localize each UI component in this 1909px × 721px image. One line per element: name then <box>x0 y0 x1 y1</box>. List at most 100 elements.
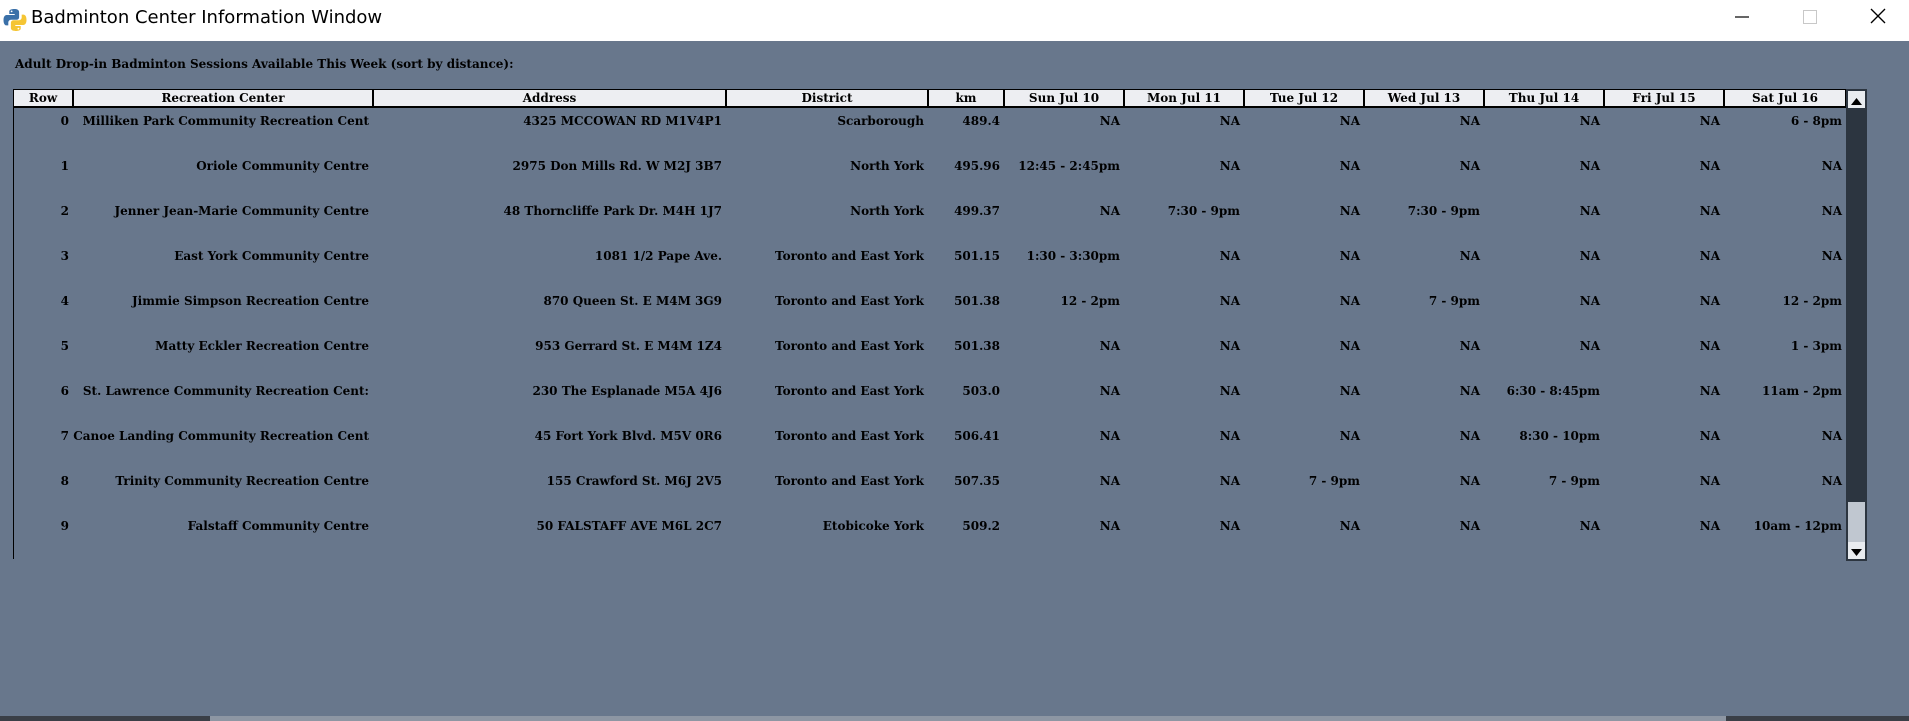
cell-thu-jul-14: NA <box>1579 294 1600 308</box>
scroll-down-button[interactable] <box>1848 542 1865 559</box>
cell-thu-jul-14: NA <box>1579 159 1600 173</box>
table-row[interactable]: 5 Matty Eckler Recreation Centre 953 Gerra… <box>13 324 1846 369</box>
cell-tue-jul-12: 7 - 9pm <box>1308 474 1360 488</box>
cell-district: Toronto and East York <box>775 474 924 488</box>
scroll-up-button[interactable] <box>1848 91 1865 108</box>
cell-wed-jul-13: 7 - 9pm <box>1428 294 1480 308</box>
sessions-heading: Adult Drop-in Badminton Sessions Availab… <box>15 57 514 71</box>
cell-sat-jul-16: 10am - 12pm <box>1753 519 1842 533</box>
cell-district: Toronto and East York <box>775 429 924 443</box>
cell-sat-jul-16: NA <box>1821 474 1842 488</box>
cell-district: Toronto and East York <box>775 384 924 398</box>
table-row[interactable]: 3 East York Community Centre 1081 1/2 Pape… <box>13 234 1846 279</box>
cell-thu-jul-14: 7 - 9pm <box>1548 474 1600 488</box>
cell-tue-jul-12: NA <box>1339 339 1360 353</box>
cell-district: North York <box>850 159 924 173</box>
cell-km: 507.35 <box>954 474 1000 488</box>
cell-mon-jul-11: NA <box>1219 114 1240 128</box>
table-row[interactable]: 1 Oriole Community Centre 2975 Don Mills R… <box>13 144 1846 189</box>
cell-mon-jul-11: NA <box>1219 159 1240 173</box>
cell-recreation-center: Matty Eckler Recreation Centre <box>155 339 369 353</box>
cell-fri-jul-15: NA <box>1699 429 1720 443</box>
cell-sun-jul-10: NA <box>1099 429 1120 443</box>
cell-sat-jul-16: 1 - 3pm <box>1790 339 1842 353</box>
cell-district: North York <box>850 204 924 218</box>
cell-wed-jul-13: NA <box>1459 249 1480 263</box>
cell-sat-jul-16: 6 - 8pm <box>1790 114 1842 128</box>
minimize-icon <box>1735 9 1749 28</box>
cell-sun-jul-10: NA <box>1099 339 1120 353</box>
cell-mon-jul-11: NA <box>1219 519 1240 533</box>
cell-mon-jul-11: 7:30 - 9pm <box>1167 204 1240 218</box>
cell-recreation-center: Jimmie Simpson Recreation Centre <box>131 294 369 308</box>
cell-recreation-center: St. Lawrence Community Recreation Cent: <box>82 384 369 398</box>
scroll-thumb[interactable] <box>1848 109 1865 502</box>
cell-sat-jul-16: 11am - 2pm <box>1762 384 1842 398</box>
cell-fri-jul-15: NA <box>1699 519 1720 533</box>
cell-row-number: 1 <box>60 159 69 173</box>
vertical-scrollbar[interactable] <box>1846 89 1867 561</box>
bottom-edge-highlight <box>210 716 1726 721</box>
cell-thu-jul-14: NA <box>1579 114 1600 128</box>
cell-km: 503.0 <box>962 384 1000 398</box>
cell-recreation-center: Falstaff Community Centre <box>187 519 369 533</box>
cell-recreation-center: Jenner Jean-Marie Community Centre <box>114 204 369 218</box>
cell-row-number: 6 <box>60 384 69 398</box>
table-row[interactable]: 8 Trinity Community Recreation Centre 155 … <box>13 459 1846 504</box>
cell-row-number: 4 <box>60 294 69 308</box>
cell-fri-jul-15: NA <box>1699 294 1720 308</box>
cell-km: 501.38 <box>954 339 1000 353</box>
table-row[interactable]: 4 Jimmie Simpson Recreation Centre 870 Que… <box>13 279 1846 324</box>
cell-recreation-center: Trinity Community Recreation Centre <box>115 474 369 488</box>
cell-recreation-center: Milliken Park Community Recreation Cent <box>82 114 369 128</box>
maximize-button[interactable] <box>1776 0 1844 36</box>
cell-tue-jul-12: NA <box>1339 519 1360 533</box>
cell-thu-jul-14: NA <box>1579 339 1600 353</box>
close-button[interactable] <box>1844 0 1909 36</box>
table-row[interactable]: 0 Milliken Park Community Recreation Cent… <box>13 99 1846 144</box>
cell-wed-jul-13: 7:30 - 9pm <box>1407 204 1480 218</box>
sessions-table: Row Recreation Center Address District km Sun… <box>13 89 1846 559</box>
cell-sun-jul-10: 1:30 - 3:30pm <box>1026 249 1120 263</box>
cell-sun-jul-10: NA <box>1099 474 1120 488</box>
minimize-button[interactable] <box>1708 0 1776 36</box>
cell-fri-jul-15: NA <box>1699 249 1720 263</box>
scroll-trough[interactable] <box>1848 502 1865 542</box>
cell-wed-jul-13: NA <box>1459 519 1480 533</box>
cell-address: 4325 MCCOWAN RD M1V4P1 <box>523 114 722 128</box>
table-row[interactable]: 9 Falstaff Community Centre 50 FALSTAFF AV… <box>13 504 1846 549</box>
window-title: Badminton Center Information Window <box>31 7 383 28</box>
cell-address: 230 The Esplanade M5A 4J6 <box>532 384 722 398</box>
table-row[interactable]: 6 St. Lawrence Community Recreation Cent:… <box>13 369 1846 414</box>
cell-recreation-center: Oriole Community Centre <box>196 159 369 173</box>
cell-recreation-center: Canoe Landing Community Recreation Cent <box>73 429 369 443</box>
table-row[interactable]: 7 Canoe Landing Community Recreation Cent… <box>13 414 1846 459</box>
cell-fri-jul-15: NA <box>1699 114 1720 128</box>
cell-row-number: 5 <box>60 339 69 353</box>
cell-mon-jul-11: NA <box>1219 474 1240 488</box>
cell-tue-jul-12: NA <box>1339 249 1360 263</box>
table-row[interactable]: 2 Jenner Jean-Marie Community Centre 48 Th… <box>13 189 1846 234</box>
cell-wed-jul-13: NA <box>1459 384 1480 398</box>
cell-km: 499.37 <box>954 204 1000 218</box>
cell-address: 1081 1/2 Pape Ave. <box>594 249 722 263</box>
cell-fri-jul-15: NA <box>1699 339 1720 353</box>
cell-sat-jul-16: NA <box>1821 204 1842 218</box>
cell-address: 50 FALSTAFF AVE M6L 2C7 <box>536 519 722 533</box>
cell-km: 489.4 <box>962 114 1000 128</box>
cell-thu-jul-14: 6:30 - 8:45pm <box>1506 384 1600 398</box>
cell-row-number: 3 <box>60 249 69 263</box>
cell-wed-jul-13: NA <box>1459 429 1480 443</box>
cell-row-number: 7 <box>60 429 69 443</box>
cell-address: 953 Gerrard St. E M4M 1Z4 <box>535 339 722 353</box>
cell-address: 870 Queen St. E M4M 3G9 <box>543 294 722 308</box>
cell-wed-jul-13: NA <box>1459 114 1480 128</box>
cell-tue-jul-12: NA <box>1339 294 1360 308</box>
cell-recreation-center: East York Community Centre <box>174 249 369 263</box>
cell-wed-jul-13: NA <box>1459 339 1480 353</box>
cell-km: 509.2 <box>962 519 1000 533</box>
bottom-edge <box>0 716 1909 721</box>
cell-tue-jul-12: NA <box>1339 204 1360 218</box>
cell-tue-jul-12: NA <box>1339 159 1360 173</box>
cell-thu-jul-14: NA <box>1579 204 1600 218</box>
